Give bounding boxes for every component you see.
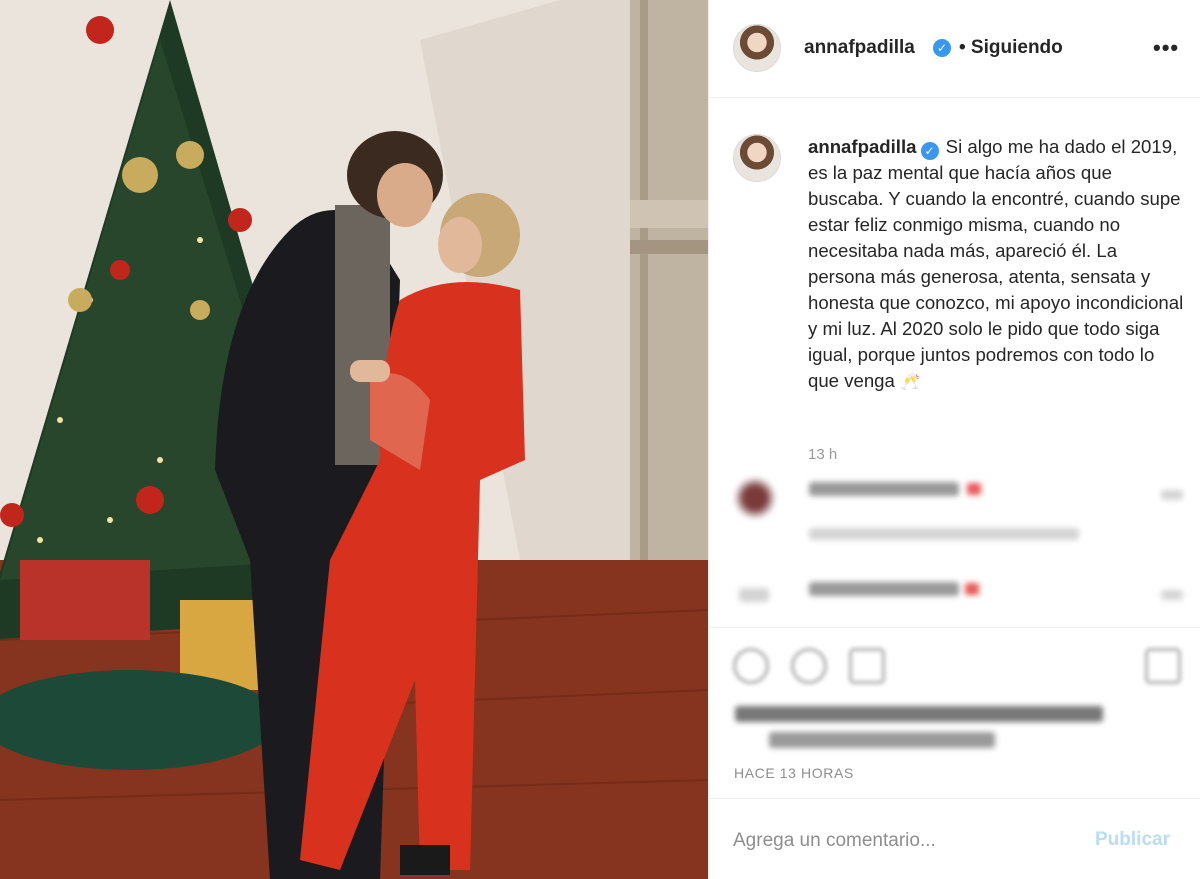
author-username[interactable]: annafpadilla — [804, 37, 915, 59]
likes-names-blurred[interactable] — [769, 732, 995, 748]
heart-icon[interactable] — [733, 648, 769, 684]
post-sidebar: annafpadilla ✓ • Siguiendo ••• annafpadi… — [708, 0, 1200, 879]
caption-verified-badge-icon: ✓ — [920, 142, 939, 160]
caption-time: 13 h — [808, 446, 838, 463]
more-options-icon[interactable]: ••• — [1153, 34, 1179, 62]
caption-avatar[interactable] — [733, 134, 781, 182]
post-caption: annafpadilla ✓ Si algo me ha dado el 2019… — [808, 134, 1186, 396]
post-timestamp: HACE 13 HORAS — [734, 765, 854, 781]
likes-count-blurred[interactable] — [735, 706, 1103, 722]
comment-emoji-blurred-2 — [965, 583, 979, 595]
divider — [709, 627, 1200, 628]
comment-like-icon[interactable] — [1161, 490, 1183, 500]
add-comment-bar: Publicar — [709, 798, 1200, 879]
champagne-emoji-icon: 🥂 — [900, 374, 920, 391]
comment-avatar-small[interactable] — [739, 588, 769, 602]
verified-badge-icon: ✓ — [933, 39, 951, 57]
comment-text-blurred — [809, 482, 959, 496]
comment-meta-blurred — [809, 528, 1079, 540]
comment-text-blurred-2 — [809, 582, 959, 596]
comment-icon[interactable] — [791, 648, 827, 684]
couple-christmas-photo — [0, 0, 708, 879]
bookmark-icon[interactable] — [1145, 648, 1181, 684]
comment-avatar[interactable] — [735, 478, 775, 518]
post-header: annafpadilla ✓ • Siguiendo ••• — [709, 0, 1200, 98]
share-icon[interactable] — [849, 648, 885, 684]
caption-text: Si algo me ha dado el 2019, es la paz me… — [808, 136, 1184, 391]
comment-input[interactable] — [733, 827, 1073, 855]
comment-like-icon-2[interactable] — [1161, 590, 1183, 600]
post-photo[interactable] — [0, 0, 708, 879]
caption-username[interactable]: annafpadilla — [808, 136, 917, 157]
comment-emoji-blurred — [967, 483, 981, 495]
publish-button[interactable]: Publicar — [1095, 829, 1170, 851]
author-avatar[interactable] — [733, 24, 781, 72]
following-button[interactable]: • Siguiendo — [959, 37, 1063, 59]
